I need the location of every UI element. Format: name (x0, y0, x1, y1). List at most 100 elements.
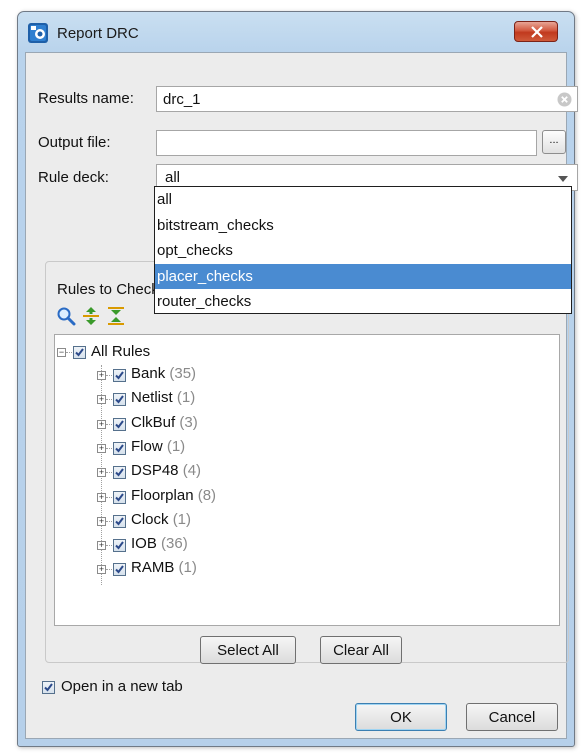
expand-all-icon[interactable] (81, 306, 101, 326)
rule-count: (8) (197, 487, 217, 504)
clear-field-icon[interactable] (557, 92, 572, 107)
dropdown-option-all[interactable]: all (155, 187, 571, 213)
rule-count: (1) (176, 389, 196, 406)
tree-item-row[interactable]: + ClkBuf (3) (55, 414, 555, 436)
rule-label: Netlist (1) (131, 389, 195, 406)
rule-checkbox[interactable] (113, 393, 126, 406)
rule-deck-dropdown-list[interactable]: all bitstream_checks opt_checks placer_c… (154, 186, 572, 314)
open-new-tab-label: Open in a new tab (61, 678, 183, 695)
rule-label: Floorplan (8) (131, 487, 216, 504)
results-name-field[interactable] (156, 86, 578, 112)
select-all-button[interactable]: Select All (200, 636, 296, 664)
tree-item-row[interactable]: + RAMB (1) (55, 559, 555, 581)
rule-name: RAMB (131, 559, 175, 576)
rule-checkbox[interactable] (113, 515, 126, 528)
close-button[interactable] (514, 21, 558, 42)
close-icon (531, 26, 543, 38)
rule-name: DSP48 (131, 462, 179, 479)
dropdown-option-placer-checks[interactable]: placer_checks (155, 263, 571, 290)
rule-label: ClkBuf (3) (131, 414, 198, 431)
tree-item-row[interactable]: + Flow (1) (55, 438, 555, 460)
rule-deck-label: Rule deck: (38, 169, 109, 186)
rule-checkbox[interactable] (113, 369, 126, 382)
tree-guide-line (106, 521, 112, 522)
search-icon[interactable] (56, 306, 76, 326)
rule-label: Flow (1) (131, 438, 185, 455)
dropdown-option-bitstream-checks[interactable]: bitstream_checks (155, 213, 571, 239)
app-icon (28, 23, 48, 43)
expand-toggle-icon[interactable]: + (97, 395, 106, 404)
ok-button[interactable]: OK (355, 703, 447, 731)
rule-name: Bank (131, 365, 166, 382)
rule-count: (1) (166, 438, 186, 455)
open-new-tab-checkbox[interactable] (42, 681, 55, 694)
collapse-toggle-icon[interactable]: − (57, 348, 66, 357)
tree-item-row[interactable]: + Floorplan (8) (55, 487, 555, 509)
rule-checkbox[interactable] (113, 442, 126, 455)
collapse-all-icon[interactable] (106, 306, 126, 326)
output-file-label: Output file: (38, 134, 111, 151)
rule-checkbox[interactable] (113, 539, 126, 552)
report-drc-dialog: Report DRC Results name: Output file: ..… (17, 11, 578, 747)
rule-checkbox[interactable] (113, 418, 126, 431)
tree-guide-line (106, 545, 112, 546)
rule-label: Clock (1) (131, 511, 191, 528)
cancel-button[interactable]: Cancel (466, 703, 558, 731)
tree-guide-line (106, 399, 112, 400)
rule-name: Netlist (131, 389, 173, 406)
results-name-input[interactable] (157, 87, 577, 111)
tree-guide-line (106, 569, 112, 570)
expand-toggle-icon[interactable]: + (97, 493, 106, 502)
rule-deck-value: all (165, 169, 181, 186)
window-title: Report DRC (57, 25, 139, 42)
rule-checkbox[interactable] (113, 466, 126, 479)
title-bar: Report DRC (18, 12, 574, 52)
dropdown-option-router-checks[interactable]: router_checks (155, 289, 571, 315)
rule-label: Bank (35) (131, 365, 196, 382)
expand-toggle-icon[interactable]: + (97, 468, 106, 477)
all-rules-label: All Rules (91, 343, 151, 360)
rule-checkbox[interactable] (113, 563, 126, 576)
rule-name: Clock (131, 511, 169, 528)
rule-name: Floorplan (131, 487, 194, 504)
expand-toggle-icon[interactable]: + (97, 517, 106, 526)
rule-count: (3) (179, 414, 198, 431)
browse-button[interactable]: ... (542, 130, 566, 154)
all-rules-checkbox[interactable] (73, 346, 86, 359)
tree-guide-line (66, 352, 72, 353)
chevron-down-icon[interactable] (558, 176, 568, 182)
tree-guide-line (106, 375, 112, 376)
rule-count: (35) (169, 365, 197, 382)
rules-tree[interactable]: − All Rules + Bank (35) + Netlist (1) + ClkBu… (54, 334, 560, 626)
tree-guide-line (106, 497, 112, 498)
tree-guide-line (106, 424, 112, 425)
tree-item-row[interactable]: + Bank (35) (55, 365, 555, 387)
output-file-input[interactable] (157, 131, 536, 155)
rule-name: ClkBuf (131, 414, 176, 431)
rule-count: (4) (182, 462, 202, 479)
rules-group-title: Rules to Check (54, 281, 162, 298)
rule-checkbox[interactable] (113, 491, 126, 504)
rule-count: (1) (178, 559, 197, 576)
dialog-body: Results name: Output file: ... Rule deck… (25, 52, 578, 739)
expand-toggle-icon[interactable]: + (97, 444, 106, 453)
tree-guide-line (106, 448, 112, 449)
expand-toggle-icon[interactable]: + (97, 541, 106, 550)
rule-count: (1) (172, 511, 192, 528)
output-file-field[interactable] (156, 130, 537, 156)
clear-all-button[interactable]: Clear All (320, 636, 402, 664)
tree-root-row[interactable]: − All Rules (55, 343, 555, 365)
dropdown-option-opt-checks[interactable]: opt_checks (155, 238, 571, 264)
tree-item-row[interactable]: + DSP48 (4) (55, 462, 555, 484)
rule-count: (36) (161, 535, 188, 552)
rule-label: IOB (36) (131, 535, 188, 552)
expand-toggle-icon[interactable]: + (97, 420, 106, 429)
expand-toggle-icon[interactable]: + (97, 565, 106, 574)
tree-item-row[interactable]: + IOB (36) (55, 535, 555, 557)
tree-item-row[interactable]: + Clock (1) (55, 511, 555, 533)
expand-toggle-icon[interactable]: + (97, 371, 106, 380)
rule-label: DSP48 (4) (131, 462, 201, 479)
tree-item-row[interactable]: + Netlist (1) (55, 389, 555, 411)
rule-name: IOB (131, 535, 157, 552)
rule-label: RAMB (1) (131, 559, 197, 576)
